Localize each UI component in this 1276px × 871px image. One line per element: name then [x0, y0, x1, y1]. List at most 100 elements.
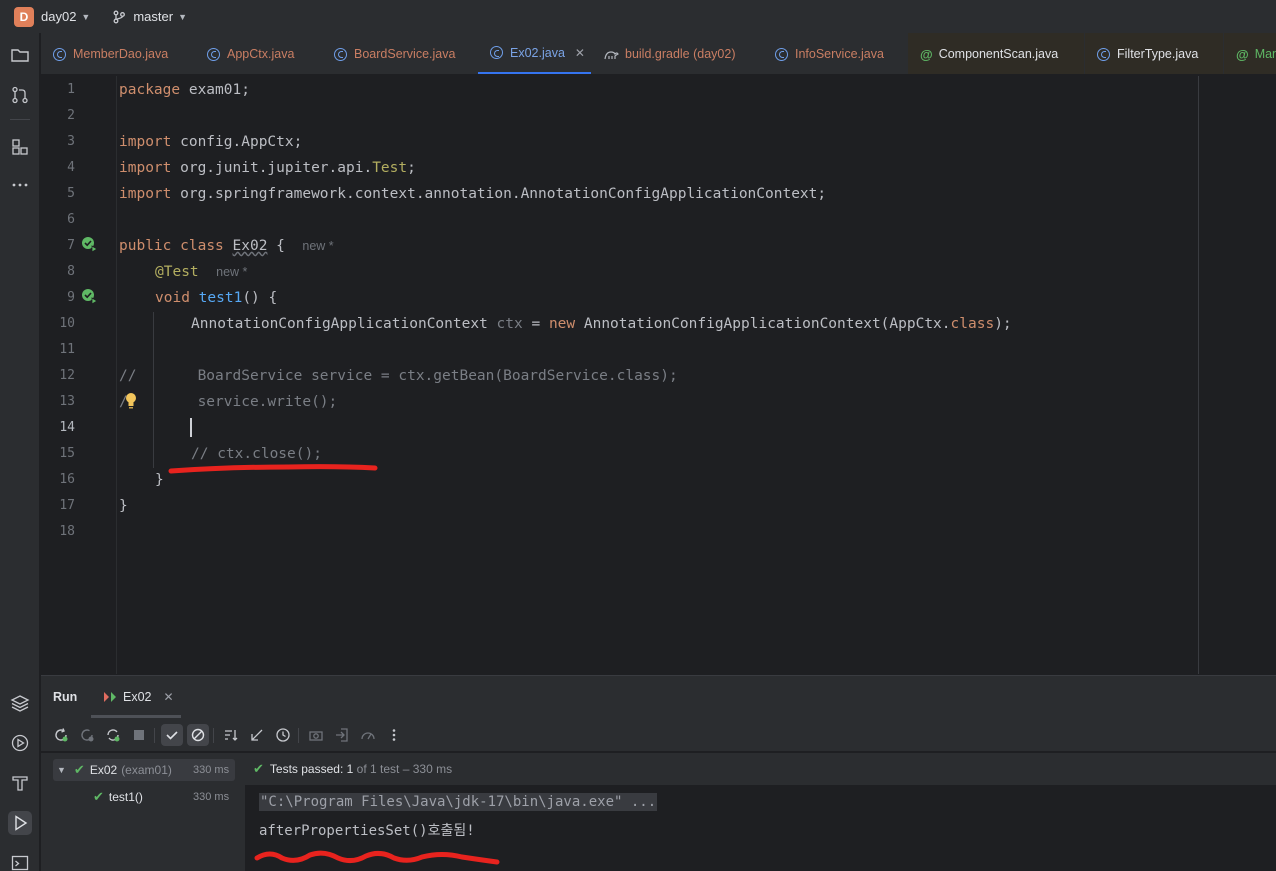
chevron-down-icon[interactable]: ▼ [57, 765, 66, 775]
lightbulb-icon[interactable] [124, 392, 138, 410]
code-line-17: } [119, 498, 128, 514]
close-icon[interactable]: ✕ [164, 690, 174, 704]
more-tools-icon[interactable] [8, 173, 32, 197]
tab-appctx[interactable]: AppCtx.java [195, 33, 321, 74]
stop-icon[interactable] [128, 724, 150, 746]
tab-label: MemberDao.java [73, 47, 169, 61]
close-icon[interactable]: ✕ [575, 46, 585, 60]
code-editor[interactable]: package exam01; import config.AppCtx; im… [117, 76, 1276, 674]
build-hammer-icon[interactable] [8, 771, 32, 795]
layers-icon[interactable] [8, 691, 32, 715]
code-line-8: @Test new * [155, 264, 248, 280]
collapse-all-icon[interactable] [246, 724, 268, 746]
code-line-3: import config.AppCtx; [119, 134, 303, 150]
toolbar-divider [154, 728, 155, 743]
line-number: 4 [67, 160, 75, 175]
sort-icon[interactable] [220, 724, 242, 746]
chevron-down-icon: ▼ [178, 11, 187, 22]
line-number: 1 [67, 82, 75, 97]
project-badge[interactable]: D [14, 6, 34, 27]
test-tree: ▼ ✔ Ex02 (exam01) 330 ms ✔ test1() 330 m… [41, 753, 245, 871]
line-gutter: 1 2 3 4 5 6 7 8 9 10 11 12 13 14 15 16 1… [41, 76, 117, 674]
pull-requests-icon[interactable] [8, 83, 32, 107]
import-tests-icon[interactable] [331, 724, 353, 746]
tab-filtertype[interactable]: FilterType.java [1085, 33, 1223, 74]
check-icon: ✔ [93, 789, 104, 804]
project-selector[interactable]: day02 ▼ [41, 9, 90, 24]
more-options-icon[interactable] [383, 724, 405, 746]
code-line-1: package exam01; [119, 82, 250, 98]
run-icon[interactable] [8, 811, 32, 835]
coverage-icon[interactable] [357, 724, 379, 746]
test-history-icon[interactable] [272, 724, 294, 746]
run-panel: Run Ex02 ✕ ▼ ✔ Ex02 (exam01) 330 ms ✔ te… [41, 675, 1276, 871]
tab-label: build.gradle (day02) [625, 47, 736, 61]
structure-icon[interactable] [8, 135, 32, 159]
code-line-9: void test1() { [155, 290, 278, 306]
text-caret [190, 418, 192, 437]
show-ignored-icon[interactable] [187, 724, 209, 746]
rerun-failed-icon[interactable] [76, 724, 98, 746]
red-underline-marker [168, 464, 378, 474]
author-hint: new * [216, 265, 248, 279]
tree-item-test1[interactable]: ✔ test1() [93, 787, 143, 807]
line-number: 11 [59, 342, 75, 357]
toggle-auto-test-icon[interactable] [102, 724, 124, 746]
tab-infoservice[interactable]: InfoService.java [763, 33, 907, 74]
status-count: 1 [346, 762, 354, 776]
tab-label: Man [1254, 47, 1276, 61]
branch-name: master [133, 9, 174, 24]
run-test-gutter-icon[interactable] [81, 288, 98, 305]
status-prefix: Tests passed: [269, 762, 344, 776]
tab-boardservice[interactable]: BoardService.java [322, 33, 477, 74]
code-line-7: public class Ex02 { new * [119, 238, 334, 254]
toolbar-divider [298, 728, 299, 743]
branch-selector[interactable]: master ▼ [112, 9, 187, 24]
camera-icon[interactable] [305, 724, 327, 746]
code-line-16: } [155, 472, 164, 488]
line-number: 8 [67, 264, 75, 279]
java-class-icon [775, 47, 788, 61]
tab-label: BoardService.java [354, 47, 456, 61]
tree-item-package: (exam01) [121, 763, 172, 777]
editor-tabs: MemberDao.java AppCtx.java BoardService.… [41, 33, 1276, 75]
java-class-icon [334, 47, 347, 61]
line-number: 18 [59, 524, 75, 539]
gradle-icon [604, 50, 619, 59]
tab-componentscan[interactable]: @ ComponentScan.java [908, 33, 1084, 74]
project-folder-icon[interactable] [8, 43, 32, 67]
tab-build-gradle[interactable]: build.gradle (day02) [592, 33, 762, 74]
status-time: – 330 ms [402, 762, 453, 776]
console-line-output: afterPropertiesSet()호출됨! [259, 823, 475, 839]
console-line-command: "C:\Program Files\Java\jdk-17\bin\java.e… [259, 793, 658, 811]
line-number: 15 [59, 446, 75, 461]
red-squiggle-marker [254, 850, 500, 865]
toolstrip-divider [10, 119, 30, 120]
rerun-icon[interactable] [50, 724, 72, 746]
services-icon[interactable] [8, 731, 32, 755]
status-total: 1 test [370, 762, 400, 776]
tab-memberdao[interactable]: MemberDao.java [41, 33, 194, 74]
run-toolbar [41, 718, 1276, 752]
tab-label: ComponentScan.java [938, 47, 1059, 61]
tab-label: AppCtx.java [227, 47, 295, 61]
code-line-13: / service.write(); [119, 394, 338, 410]
annotation-icon: @ [920, 46, 933, 62]
left-tool-strip [0, 33, 40, 871]
right-margin-guide [1198, 76, 1199, 674]
show-passed-icon[interactable] [161, 724, 183, 746]
run-tab-ex02[interactable]: Ex02 ✕ [103, 690, 174, 704]
terminal-icon[interactable] [8, 851, 32, 871]
check-icon: ✔ [73, 762, 85, 777]
line-number: 17 [59, 498, 75, 513]
line-number: 9 [67, 290, 75, 305]
tab-overflow[interactable]: @ Man [1224, 33, 1276, 74]
tree-item-time: 330 ms [193, 764, 230, 776]
run-test-gutter-icon[interactable] [81, 236, 98, 253]
enum-icon [1097, 47, 1110, 61]
tab-ex02[interactable]: Ex02.java ✕ [478, 33, 591, 74]
check-icon: ✔ [253, 761, 264, 776]
run-tab-label: Ex02 [123, 690, 152, 704]
run-panel-header: Run Ex02 ✕ [41, 676, 1276, 718]
title-bar: D day02 ▼ master ▼ [0, 0, 1276, 33]
